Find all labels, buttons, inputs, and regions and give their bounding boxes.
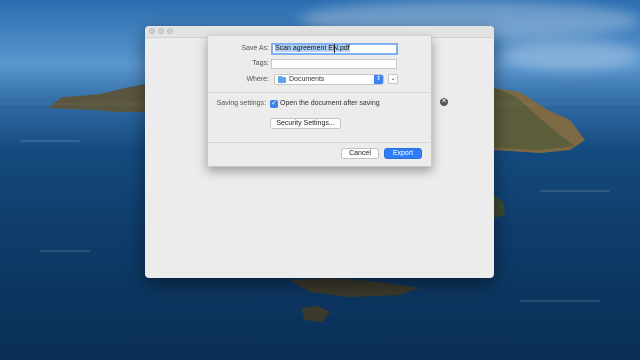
window-minimize-button[interactable] — [158, 28, 164, 34]
window-close-button[interactable] — [149, 28, 155, 34]
export-button[interactable]: Export — [384, 148, 422, 159]
security-settings-button[interactable]: Security Settings... — [270, 118, 341, 129]
where-value: Documents — [289, 76, 325, 83]
save-dialog: Save As: Scan agreement EN.pdf Tags: Whe… — [207, 36, 433, 167]
close-circle-icon[interactable]: ✕ — [440, 98, 448, 106]
folder-icon — [278, 76, 286, 83]
save-as-label: Save As: — [241, 45, 269, 52]
open-after-saving-label: Open the document after saving — [280, 100, 380, 107]
saving-settings-label: Saving settings: — [216, 100, 266, 107]
save-as-value: Scan agreement EN.pdf — [275, 45, 350, 52]
open-after-saving-checkbox[interactable]: ✓ — [270, 100, 278, 108]
divider — [208, 142, 433, 143]
where-popup-button[interactable]: Documents ⇕ — [274, 74, 384, 85]
window-zoom-button[interactable] — [167, 28, 173, 34]
tags-label: Tags: — [252, 60, 269, 67]
text-cursor-icon — [334, 44, 335, 53]
tags-field[interactable] — [271, 59, 397, 69]
cancel-button[interactable]: Cancel — [341, 148, 379, 159]
chevron-updown-icon: ⇕ — [374, 75, 383, 84]
divider — [208, 92, 433, 93]
expand-dialog-button[interactable]: ⌄ — [388, 74, 398, 84]
where-label: Where: — [246, 76, 269, 83]
